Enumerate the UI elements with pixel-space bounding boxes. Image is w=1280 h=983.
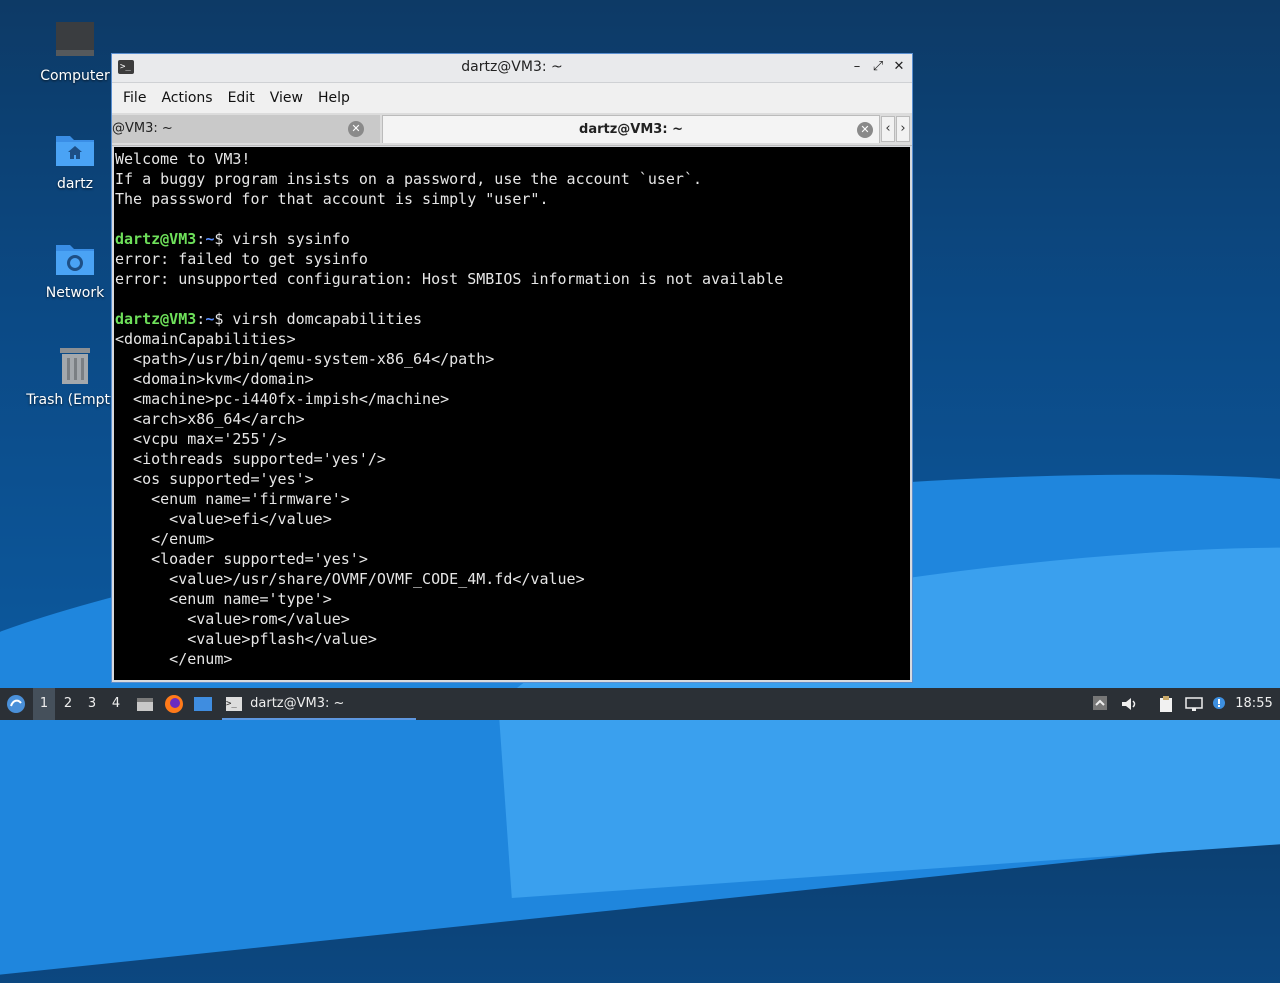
terminal-output-line: <enum name='firmware'>: [115, 490, 350, 508]
terminal-output-line: <os supported='yes'>: [115, 470, 314, 488]
update-notifier-icon[interactable]: [1211, 695, 1229, 713]
tab-bar: @VM3: ~ ✕ dartz@VM3: ~ ✕ ‹ ›: [112, 113, 912, 146]
minimize-button[interactable]: –: [848, 58, 866, 76]
window-title: dartz@VM3: ~: [461, 59, 563, 75]
menu-actions[interactable]: Actions: [154, 90, 219, 106]
terminal-output-line: error: failed to get sysinfo: [115, 250, 368, 268]
menu-help[interactable]: Help: [311, 90, 357, 106]
prompt-user: dartz@VM3: [115, 230, 197, 248]
desktop-icon-label: Trash (Empty): [26, 392, 124, 408]
volume-icon[interactable]: [1120, 695, 1138, 713]
desktop-icon-label: dartz: [56, 176, 94, 192]
terminal-output-line: <iothreads supported='yes'/>: [115, 450, 386, 468]
terminal-output-line: If a buggy program insists on a password…: [115, 170, 702, 188]
tab-scroll-left-button[interactable]: ‹: [881, 116, 895, 142]
terminal-output-line: <path>/usr/bin/qemu-system-x86_64</path>: [115, 350, 495, 368]
tab-scroll-right-button[interactable]: ›: [896, 116, 910, 142]
workspace-4[interactable]: 4: [105, 688, 127, 720]
desktop-icon-label: Network: [45, 285, 105, 301]
show-desktop-launcher[interactable]: [192, 688, 214, 720]
network-icon[interactable]: [1185, 695, 1203, 713]
file-manager-icon: [137, 698, 153, 711]
prompt-separator: :: [196, 310, 206, 328]
window-titlebar[interactable]: >_ dartz@VM3: ~ – ⤢ ✕: [112, 54, 912, 83]
terminal-icon: >_: [226, 696, 242, 711]
desktop-icon-label: Computer: [40, 68, 110, 84]
terminal-output-line: <value>rom</value>: [115, 610, 350, 628]
tab-label: dartz@VM3: ~: [579, 122, 683, 137]
home-folder-icon: [56, 136, 94, 166]
terminal-window: >_ dartz@VM3: ~ – ⤢ ✕ File Actions Edit …: [111, 53, 913, 683]
prompt-command: $ virsh domcapabilities: [214, 310, 423, 328]
tab-close-icon[interactable]: ✕: [348, 121, 364, 137]
tab-label: @VM3: ~: [112, 121, 173, 136]
terminal-output[interactable]: Welcome to VM3! If a buggy program insist…: [114, 147, 910, 680]
start-menu-button[interactable]: [4, 688, 28, 720]
maximize-button[interactable]: ⤢: [869, 58, 887, 76]
menu-bar: File Actions Edit View Help: [112, 83, 912, 113]
tray-expand-icon[interactable]: [1092, 695, 1110, 713]
firefox-icon: [165, 695, 183, 713]
taskbar-task-terminal[interactable]: >_ dartz@VM3: ~: [222, 688, 416, 720]
terminal-output-line: <domain>kvm</domain>: [115, 370, 314, 388]
prompt-path: ~: [205, 230, 215, 248]
desktop-icon-network[interactable]: Network: [27, 237, 123, 301]
terminal-prompt-line: dartz@VM3:~$ virsh sysinfo: [115, 229, 910, 249]
task-label: dartz@VM3: ~: [250, 696, 345, 711]
terminal-output-line: The passsword for that account is simply…: [115, 190, 549, 208]
terminal-text: Welcome to VM3! If a buggy program insist…: [114, 147, 910, 669]
terminal-output-line: <value>pflash</value>: [115, 630, 377, 648]
terminal-output-line: <enum name='type'>: [115, 590, 332, 608]
file-manager-launcher[interactable]: [134, 688, 156, 720]
clock[interactable]: 18:55: [1232, 688, 1276, 720]
tab-inactive[interactable]: @VM3: ~ ✕: [112, 115, 380, 143]
terminal-prompt-line: dartz@VM3:~$ virsh domcapabilities: [115, 309, 910, 329]
trash-icon: [60, 348, 90, 384]
menu-edit[interactable]: Edit: [221, 90, 262, 106]
tab-active[interactable]: dartz@VM3: ~ ✕: [382, 115, 880, 143]
prompt-path: ~: [205, 310, 215, 328]
clipboard-icon[interactable]: [1157, 695, 1175, 713]
desktop-icon-computer[interactable]: Computer: [27, 20, 123, 84]
firefox-launcher[interactable]: [163, 688, 185, 720]
menu-view[interactable]: View: [263, 90, 310, 106]
terminal-output-line: error: unsupported configuration: Host S…: [115, 270, 784, 288]
terminal-output-line: </enum>: [115, 650, 233, 668]
prompt-separator: :: [196, 230, 206, 248]
close-button[interactable]: ✕: [890, 58, 908, 76]
terminal-output-line: <machine>pc-i440fx-impish</machine>: [115, 390, 450, 408]
terminal-output-line: <value>efi</value>: [115, 510, 332, 528]
network-folder-icon: [56, 245, 94, 275]
taskbar: 1 2 3 4 >_ dartz@VM3: ~ 18:55: [0, 688, 1280, 720]
desktop-icon: [194, 697, 212, 711]
lubuntu-logo-icon: [7, 695, 25, 713]
terminal-output-line: <loader supported='yes'>: [115, 550, 368, 568]
workspace-1[interactable]: 1: [33, 688, 55, 720]
terminal-output-line: </enum>: [115, 530, 215, 548]
terminal-output-line: <arch>x86_64</arch>: [115, 410, 305, 428]
prompt-user: dartz@VM3: [115, 310, 197, 328]
workspace-2[interactable]: 2: [57, 688, 79, 720]
terminal-output-line: <value>/usr/share/OVMF/OVMF_CODE_4M.fd</…: [115, 570, 585, 588]
menu-file[interactable]: File: [116, 90, 153, 106]
workspace-3[interactable]: 3: [81, 688, 103, 720]
tab-close-icon[interactable]: ✕: [857, 122, 873, 138]
terminal-output-line: Welcome to VM3!: [115, 150, 251, 168]
prompt-command: $ virsh sysinfo: [214, 230, 350, 248]
desktop-icon-home[interactable]: dartz: [27, 128, 123, 192]
terminal-output-line: <vcpu max='255'/>: [115, 430, 287, 448]
computer-icon: [56, 22, 94, 56]
terminal-output-line: <domainCapabilities>: [115, 330, 296, 348]
